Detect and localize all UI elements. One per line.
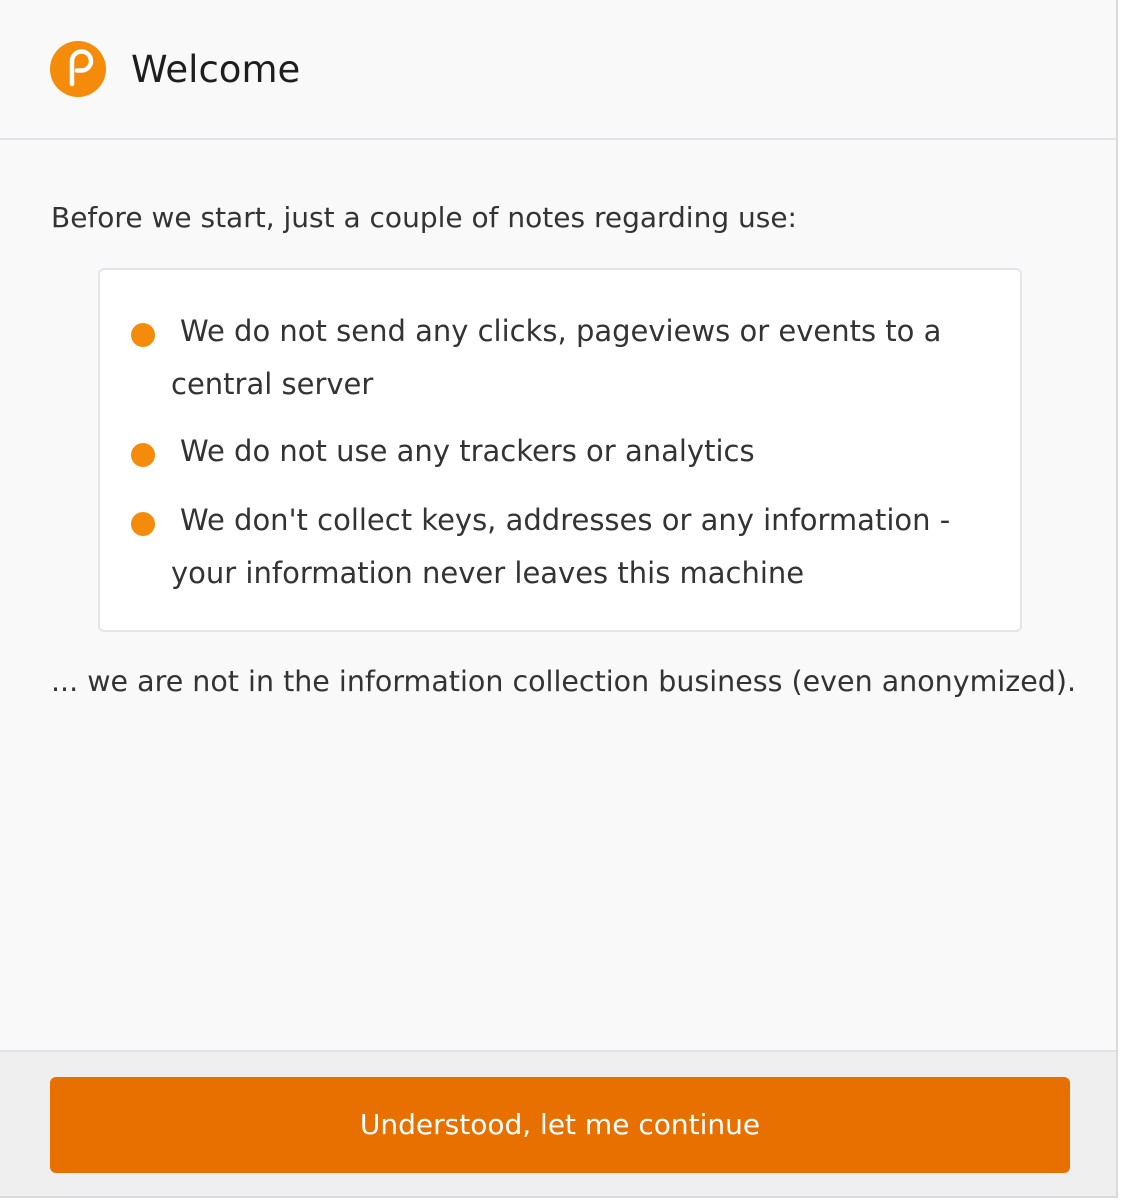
- welcome-dialog: Welcome Before we start, just a couple o…: [0, 0, 1118, 1198]
- bullet-icon: [131, 443, 155, 467]
- notes-box: We do not send any clicks, pageviews or …: [98, 268, 1022, 632]
- dialog-header: Welcome: [0, 0, 1116, 140]
- outro-text: ... we are not in the information collec…: [51, 665, 1077, 698]
- bullet-icon: [131, 323, 155, 347]
- intro-text: Before we start, just a couple of notes …: [51, 201, 797, 234]
- dialog-footer: Understood, let me continue: [0, 1050, 1116, 1196]
- note-text: We do not send any clicks, pageviews or …: [171, 314, 942, 401]
- continue-button[interactable]: Understood, let me continue: [50, 1077, 1070, 1173]
- polkadot-logo-icon: [50, 41, 106, 97]
- note-text: We don't collect keys, addresses or any …: [171, 503, 951, 590]
- note-text: We do not use any trackers or analytics: [180, 434, 755, 468]
- bullet-icon: [131, 512, 155, 536]
- dialog-title: Welcome: [131, 48, 301, 91]
